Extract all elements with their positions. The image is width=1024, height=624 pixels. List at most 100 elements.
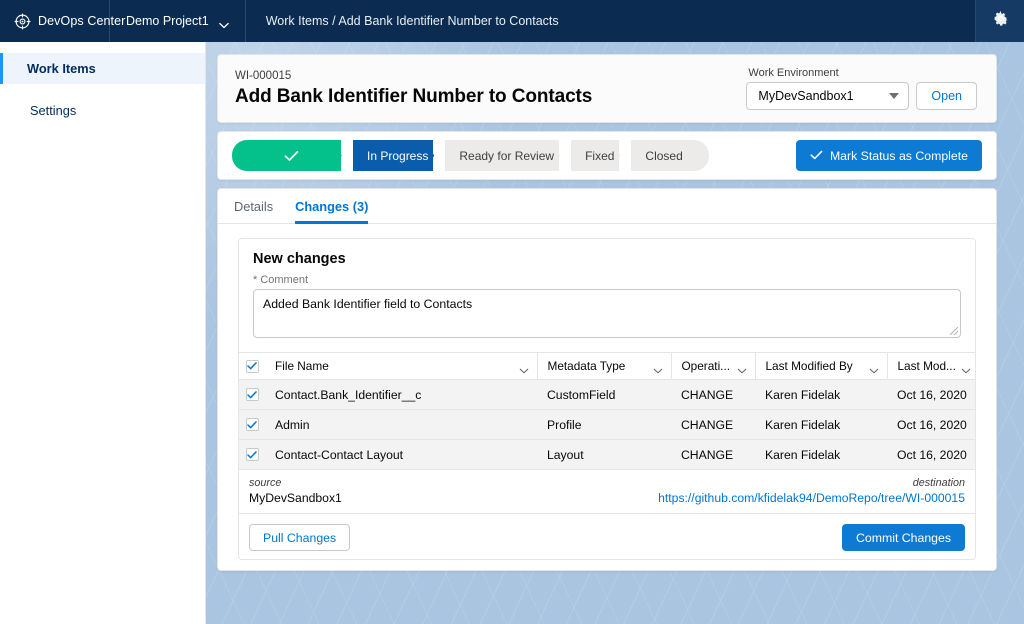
table-row[interactable]: Admin Profile CHANGE Karen Fidelak Oct 1…: [239, 410, 976, 440]
column-header-last-modified-by[interactable]: Last Modified By: [755, 353, 887, 380]
cell-metadata-type: Profile: [537, 410, 671, 440]
caret-down-icon: [889, 93, 899, 99]
comment-input[interactable]: Added Bank Identifier field to Contacts: [253, 289, 961, 338]
check-icon: [810, 149, 823, 163]
sidebar-item-label: Work Items: [27, 61, 96, 76]
tab-details[interactable]: Details: [234, 199, 273, 224]
cell-metadata-type: CustomField: [537, 380, 671, 410]
tab-label: Details: [234, 199, 273, 214]
check-icon: [284, 150, 299, 162]
work-item-number: WI-000015: [235, 69, 592, 84]
row-checkbox[interactable]: [246, 448, 259, 461]
column-header-operation[interactable]: Operati...: [671, 353, 755, 380]
sidebar-item-settings[interactable]: Settings: [0, 95, 205, 126]
pull-changes-label: Pull Changes: [263, 531, 336, 545]
open-environment-button[interactable]: Open: [916, 82, 977, 110]
column-header-label: Last Modified By: [766, 359, 853, 373]
path-step-completed[interactable]: [232, 140, 350, 171]
column-header-file-name[interactable]: File Name: [265, 353, 537, 380]
project-switcher[interactable]: Demo Project1: [110, 0, 246, 42]
path-step-label: Closed: [645, 149, 682, 163]
column-header-label: Metadata Type: [548, 359, 626, 373]
path-step-closed[interactable]: Closed: [631, 140, 708, 171]
chevron-down-icon: [869, 363, 879, 369]
chevron-down-icon: [961, 363, 971, 369]
commit-changes-label: Commit Changes: [856, 531, 951, 545]
table-header-row: File Name Metadata Type: [239, 353, 976, 380]
status-path: In Progress Ready for Review Fixed Close…: [232, 140, 782, 171]
source-block: source MyDevSandbox1: [249, 477, 342, 505]
sidebar-top-spacer: [0, 42, 205, 53]
row-select-cell: [239, 380, 265, 410]
path-step-label: In Progress: [367, 149, 428, 163]
work-item-identity: WI-000015 Add Bank Identifier Number to …: [235, 69, 592, 109]
panel-actions: Pull Changes Commit Changes: [239, 514, 975, 551]
destination-link[interactable]: https://github.com/kfidelak94/DemoRepo/t…: [658, 491, 965, 505]
row-checkbox[interactable]: [246, 418, 259, 431]
cell-file-name: Contact-Contact Layout: [265, 440, 537, 470]
row-select-cell: [239, 410, 265, 440]
mark-status-complete-label: Mark Status as Complete: [830, 149, 968, 163]
cell-operation: CHANGE: [671, 380, 755, 410]
changes-table: File Name Metadata Type: [239, 352, 976, 470]
cell-file-name: Admin: [265, 410, 537, 440]
pull-changes-button[interactable]: Pull Changes: [249, 524, 350, 551]
tab-changes[interactable]: Changes (3): [295, 199, 368, 224]
row-select-cell: [239, 440, 265, 470]
resize-handle[interactable]: [950, 327, 958, 335]
work-item-header-card: WI-000015 Add Bank Identifier Number to …: [217, 54, 997, 123]
breadcrumb-text: Work Items / Add Bank Identifier Number …: [266, 14, 559, 28]
open-button-label: Open: [931, 89, 962, 103]
column-header-label: Operati...: [682, 359, 731, 373]
new-changes-title: New changes: [239, 239, 975, 267]
sidebar: Work Items Settings: [0, 42, 206, 624]
cell-last-modified-by: Karen Fidelak: [755, 380, 887, 410]
path-step-label: Ready for Review: [459, 149, 554, 163]
destination-block: destination https://github.com/kfidelak9…: [658, 477, 965, 505]
column-header-metadata-type[interactable]: Metadata Type: [537, 353, 671, 380]
path-step-label: Fixed: [585, 149, 614, 163]
app-brand[interactable]: DevOps Center: [0, 0, 110, 42]
column-header-last-modified-date[interactable]: Last Mod...: [887, 353, 976, 380]
sidebar-item-label: Settings: [30, 103, 76, 118]
column-header-label: File Name: [275, 359, 329, 373]
chevron-down-icon: [519, 363, 529, 369]
mark-status-complete-button[interactable]: Mark Status as Complete: [796, 140, 982, 171]
select-all-checkbox[interactable]: [246, 360, 259, 373]
gear-icon: [992, 10, 1009, 32]
table-row[interactable]: Contact-Contact Layout Layout CHANGE Kar…: [239, 440, 976, 470]
global-header: DevOps Center Demo Project1 Work Items /…: [0, 0, 1024, 42]
tab-bar: Details Changes (3): [218, 189, 996, 224]
chevron-down-icon: [737, 363, 747, 369]
work-environment-row: MyDevSandbox1 Open: [746, 82, 977, 110]
main-canvas: WI-000015 Add Bank Identifier Number to …: [206, 42, 1024, 624]
destination-label: destination: [913, 477, 965, 489]
cell-operation: CHANGE: [671, 440, 755, 470]
table-row[interactable]: Contact.Bank_Identifier__c CustomField C…: [239, 380, 976, 410]
cell-last-modified-date: Oct 16, 2020: [887, 440, 976, 470]
chevron-down-icon: [653, 363, 663, 369]
path-step-ready-for-review[interactable]: Ready for Review: [445, 140, 568, 171]
source-destination-row: source MyDevSandbox1 destination https:/…: [239, 470, 975, 514]
comment-value: Added Bank Identifier field to Contacts: [263, 297, 472, 311]
cell-last-modified-by: Karen Fidelak: [755, 410, 887, 440]
page-title: Add Bank Identifier Number to Contacts: [235, 84, 592, 109]
comment-field-label: * Comment: [239, 267, 975, 289]
sidebar-gap: [0, 84, 205, 95]
row-checkbox[interactable]: [246, 388, 259, 401]
work-environment-select[interactable]: MyDevSandbox1: [746, 82, 909, 110]
commit-changes-button[interactable]: Commit Changes: [842, 524, 965, 551]
column-header-label: Last Mod...: [898, 359, 956, 373]
app-root: DevOps Center Demo Project1 Work Items /…: [0, 0, 1024, 624]
cell-operation: CHANGE: [671, 410, 755, 440]
path-step-in-progress[interactable]: In Progress: [353, 140, 442, 171]
path-step-fixed[interactable]: Fixed: [571, 140, 628, 171]
cell-last-modified-date: Oct 16, 2020: [887, 410, 976, 440]
sidebar-item-work-items[interactable]: Work Items: [0, 53, 205, 84]
settings-button[interactable]: [975, 0, 1024, 42]
new-changes-panel: New changes * Comment Added Bank Identif…: [238, 238, 976, 560]
source-value: MyDevSandbox1: [249, 491, 342, 505]
tab-label: Changes (3): [295, 199, 368, 214]
work-environment-block: Work Environment MyDevSandbox1 Open: [746, 67, 977, 110]
cell-metadata-type: Layout: [537, 440, 671, 470]
